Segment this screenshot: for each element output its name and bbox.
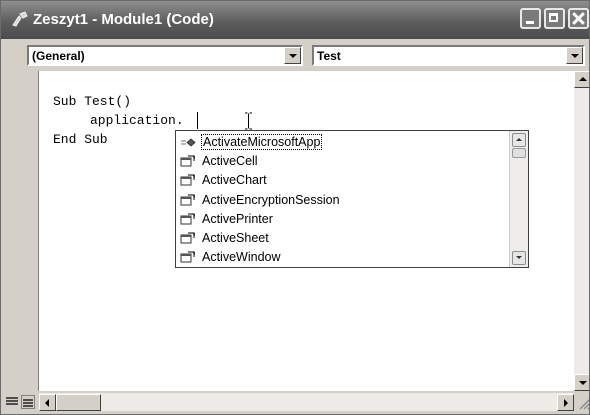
maximize-button[interactable]	[544, 8, 565, 29]
title-bar[interactable]: Zeszyt1 - Module1 (Code)	[1, 1, 589, 39]
chevron-down-icon[interactable]	[284, 47, 301, 64]
autocomplete-item[interactable]: ActiveSheet	[177, 229, 507, 248]
autocomplete-scrollbar[interactable]	[509, 131, 528, 267]
autocomplete-item-label: ActivateMicrosoftApp	[201, 134, 323, 150]
scroll-down-arrow-icon[interactable]	[574, 374, 589, 391]
autocomplete-item[interactable]: ActiveEncryptionSession	[177, 191, 507, 210]
scroll-down-arrow-icon[interactable]	[512, 251, 526, 265]
scroll-thumb[interactable]	[512, 148, 526, 158]
chevron-down-icon[interactable]	[566, 47, 583, 64]
autocomplete-list[interactable]: ActivateMicrosoftApp ActiveCell ActiveChar…	[175, 130, 529, 268]
property-icon	[180, 232, 196, 245]
autocomplete-item-label: ActiveEncryptionSession	[202, 192, 340, 207]
scroll-up-arrow-icon[interactable]	[512, 133, 526, 147]
property-icon	[180, 193, 196, 207]
margin-indicator-bar[interactable]	[1, 71, 39, 391]
scroll-up-arrow-icon[interactable]	[574, 71, 589, 88]
code-line[interactable]: Sub Test()	[53, 94, 131, 109]
close-button[interactable]	[568, 8, 589, 29]
autocomplete-item-label: ActivePrinter	[202, 211, 273, 226]
procedure-dropdown[interactable]: Test	[312, 45, 585, 66]
procedure-view-icon[interactable]	[5, 395, 19, 409]
code-line[interactable]: application.	[90, 113, 184, 128]
bottom-bar	[1, 391, 589, 414]
vba-module-icon	[10, 10, 30, 30]
autocomplete-item[interactable]: ActivateMicrosoftApp	[177, 133, 507, 152]
horizontal-scrollbar[interactable]	[39, 393, 574, 411]
autocomplete-item[interactable]: ActiveCell	[177, 152, 507, 171]
property-icon	[180, 174, 196, 187]
ibeam-cursor-icon	[244, 112, 253, 130]
resize-grip-icon[interactable]	[574, 393, 589, 411]
property-icon	[180, 155, 196, 168]
full-module-view-icon[interactable]	[21, 395, 35, 409]
scroll-right-arrow-icon[interactable]	[557, 394, 574, 411]
autocomplete-item-label: ActiveWindow	[202, 250, 281, 265]
scroll-thumb[interactable]	[56, 394, 101, 411]
object-dropdown-value: (General)	[32, 49, 85, 63]
scroll-left-arrow-icon[interactable]	[39, 394, 56, 411]
procedure-toolbar: (General) Test	[1, 39, 589, 71]
window-title: Zeszyt1 - Module1 (Code)	[33, 11, 214, 28]
code-line[interactable]: End Sub	[53, 132, 108, 147]
text-caret	[197, 112, 198, 129]
autocomplete-item-label: ActiveCell	[202, 154, 258, 169]
property-icon	[180, 213, 196, 226]
autocomplete-item[interactable]: ActiveChart	[177, 171, 507, 190]
autocomplete-item[interactable]: ActivePrinter	[177, 210, 507, 229]
code-window: Zeszyt1 - Module1 (Code) (General) Test …	[0, 0, 590, 415]
autocomplete-item[interactable]: ActiveWindow	[177, 248, 507, 267]
minimize-button[interactable]	[520, 8, 541, 29]
property-icon	[180, 251, 196, 264]
procedure-dropdown-value: Test	[317, 49, 341, 63]
object-dropdown[interactable]: (General)	[27, 45, 303, 66]
autocomplete-item-label: ActiveChart	[202, 173, 267, 188]
vertical-scrollbar[interactable]	[574, 71, 589, 391]
method-icon	[180, 136, 196, 149]
autocomplete-item-label: ActiveSheet	[202, 231, 269, 245]
